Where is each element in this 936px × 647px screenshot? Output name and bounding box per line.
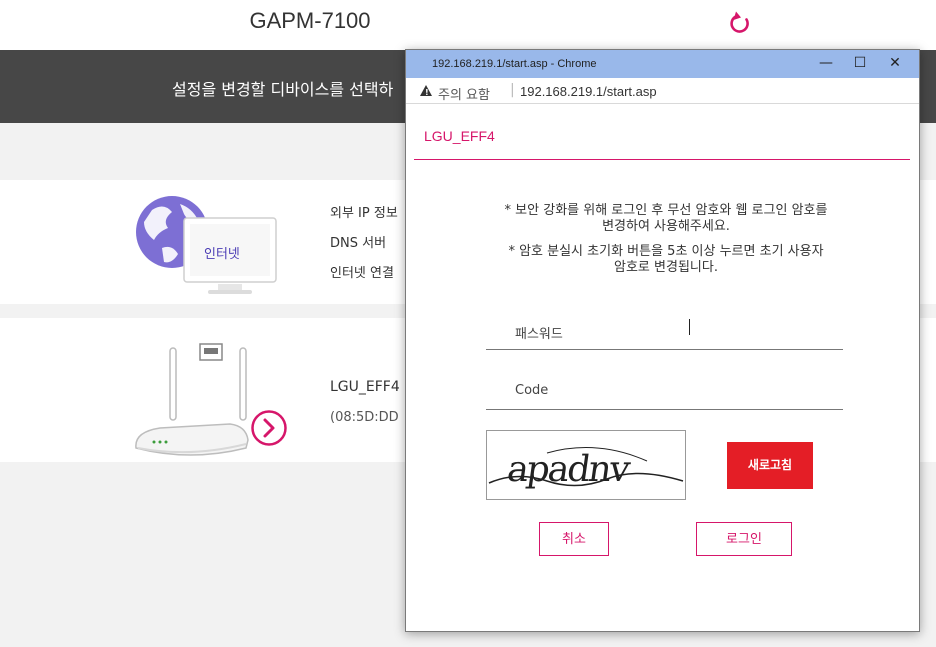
ssid-title: LGU_EFF4 (424, 128, 495, 144)
notice-line-1: * 보안 강화를 위해 로그인 후 무선 암호와 웹 로그인 암호를 (504, 203, 828, 218)
address-separator: | (510, 82, 515, 98)
device-mac: (08:5D:DD (330, 410, 399, 425)
internet-connection-label: 인터넷 연결 (330, 266, 394, 281)
popup-window-title: 192.168.219.1/start.asp - Chrome (432, 58, 597, 70)
refresh-icon[interactable] (727, 10, 753, 36)
internet-icon-label: 인터넷 (204, 247, 240, 262)
router-icon (135, 343, 249, 456)
external-ip-label: 외부 IP 정보 (330, 206, 398, 221)
captcha-graphic: apadnv (488, 447, 684, 490)
login-button[interactable]: 로그인 (696, 522, 792, 556)
cancel-button[interactable]: 취소 (539, 522, 609, 556)
app-title: GAPM-7100 (249, 8, 371, 33)
code-field[interactable]: Code (486, 371, 843, 410)
notice-line-2: 변경하여 사용해주세요. (602, 219, 730, 234)
device-select-arrow-icon[interactable] (250, 409, 288, 447)
text-caret (689, 319, 690, 335)
maximize-button[interactable]: ☐ (843, 50, 877, 78)
notice-line-3: * 암호 분실시 초기화 버튼을 5초 이상 누르면 초기 사용자 (508, 244, 824, 259)
title-divider (414, 159, 910, 160)
top-header: GAPM-7100 (0, 0, 936, 50)
minimize-button[interactable]: — (809, 50, 843, 78)
code-label: Code (515, 383, 549, 398)
dns-server-label: DNS 서버 (330, 236, 387, 251)
address-url[interactable]: 192.168.219.1/start.asp (520, 84, 657, 99)
password-label: 패스워드 (515, 327, 563, 342)
captcha-image: apadnv (486, 430, 686, 500)
popup-titlebar[interactable]: 192.168.219.1/start.asp - Chrome — ☐ ✕ (406, 50, 919, 78)
password-field[interactable]: 패스워드 (486, 311, 843, 350)
address-bar[interactable]: ! 주의 요함 | 192.168.219.1/start.asp (406, 78, 919, 104)
close-button[interactable]: ✕ (878, 50, 912, 78)
captcha-text: apadnv (505, 447, 634, 490)
notice-line-4: 암호로 변경됩니다. (614, 260, 718, 275)
login-popup-window: 192.168.219.1/start.asp - Chrome — ☐ ✕ !… (405, 49, 920, 632)
banner-text: 설정을 변경할 디바이스를 선택하 (172, 80, 394, 99)
security-warning-label[interactable]: 주의 요함 (438, 84, 490, 103)
captcha-refresh-button[interactable]: 새로고침 (727, 442, 813, 489)
device-name: LGU_EFF4 (330, 379, 400, 395)
warning-mark-icon: ! (425, 88, 429, 97)
